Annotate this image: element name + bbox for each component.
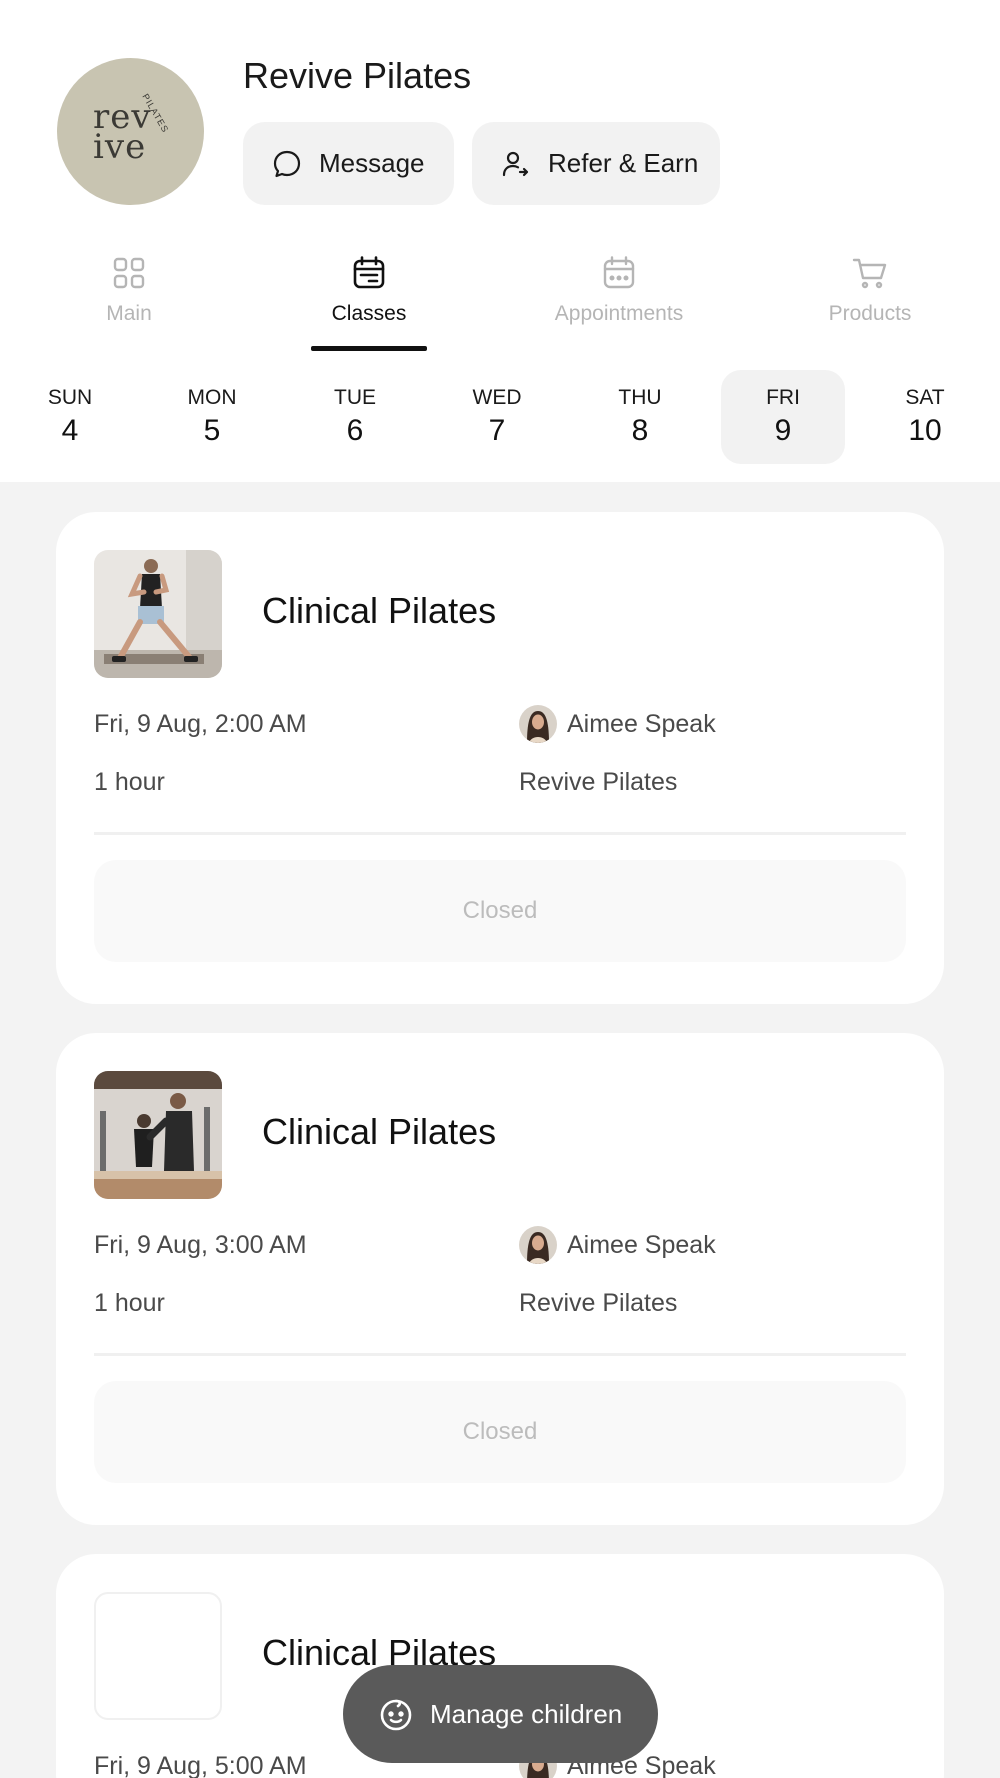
refer-button-label: Refer & Earn (548, 148, 699, 178)
tab-appointments-label: Appointments (554, 302, 684, 325)
logo-wordmark: rev ive (93, 100, 152, 164)
day-thu[interactable]: THU 8 (578, 370, 702, 464)
chat-bubble-icon (273, 150, 301, 177)
header-section: rev ive PILATES Revive Pilates Message R… (0, 0, 1000, 482)
day-number: 5 (203, 414, 221, 447)
grid-icon (113, 257, 145, 289)
message-button[interactable]: Message (243, 122, 454, 205)
day-fri[interactable]: FRI 9 (721, 370, 845, 464)
class-location: Revive Pilates (519, 1289, 678, 1317)
card-divider (94, 832, 906, 835)
user-share-icon (502, 151, 529, 176)
class-title: Clinical Pilates (262, 1111, 497, 1152)
class-instructor: Aimee Speak (519, 1226, 716, 1264)
day-name: TUE (334, 386, 376, 409)
refer-earn-button[interactable]: Refer & Earn (472, 122, 720, 205)
card-divider (94, 1353, 906, 1356)
instructor-name: Aimee Speak (567, 709, 716, 738)
tab-classes-label: Classes (331, 302, 407, 325)
message-button-label: Message (319, 148, 425, 178)
calendar-dots-icon (603, 256, 635, 289)
class-duration: 1 hour (94, 1289, 165, 1317)
class-datetime: Fri, 9 Aug, 2:00 AM (94, 710, 307, 738)
logo-line-2: ive (93, 127, 147, 167)
day-sun[interactable]: SUN 4 (8, 370, 132, 464)
cart-icon (852, 258, 887, 289)
instructor-avatar (519, 705, 557, 743)
day-sat[interactable]: SAT 10 (863, 370, 987, 464)
day-name: FRI (766, 386, 800, 409)
day-wed[interactable]: WED 7 (435, 370, 559, 464)
day-number: 10 (908, 414, 942, 447)
tab-appointments[interactable]: Appointments (519, 248, 719, 326)
day-number: 9 (774, 414, 792, 447)
tab-products[interactable]: Products (770, 248, 970, 326)
instructor-name: Aimee Speak (567, 1230, 716, 1259)
closed-button[interactable]: Closed (94, 1381, 906, 1483)
day-number: 4 (61, 414, 79, 447)
tab-main-label: Main (106, 302, 152, 325)
day-name: WED (472, 386, 522, 409)
studio-name: Revive Pilates (243, 55, 472, 96)
day-number: 6 (346, 414, 364, 447)
studio-logo: rev ive PILATES (57, 58, 204, 205)
day-tue[interactable]: TUE 6 (293, 370, 417, 464)
class-photo (94, 1071, 222, 1199)
day-number: 8 (631, 414, 649, 447)
class-instructor: Aimee Speak (519, 705, 716, 743)
class-card[interactable]: Clinical Pilates Fri, 9 Aug, 3:00 AM 1 h… (56, 1033, 944, 1525)
manage-children-label: Manage children (430, 1698, 623, 1729)
tab-classes[interactable]: Classes (269, 248, 469, 326)
class-datetime: Fri, 9 Aug, 3:00 AM (94, 1231, 307, 1259)
day-name: THU (618, 386, 662, 409)
day-mon[interactable]: MON 5 (150, 370, 274, 464)
day-name: SAT (905, 386, 945, 409)
instructor-avatar (519, 1226, 557, 1264)
baby-face-icon (380, 1699, 412, 1731)
class-datetime: Fri, 9 Aug, 5:00 AM (94, 1752, 307, 1778)
manage-children-button[interactable]: Manage children (343, 1665, 658, 1763)
tab-products-label: Products (828, 302, 912, 325)
class-photo (94, 550, 222, 678)
calendar-list-icon (353, 256, 385, 289)
day-selector: SUN 4 MON 5 TUE 6 WED 7 THU 8 FRI 9 SAT … (0, 370, 1000, 466)
active-tab-indicator (311, 346, 427, 351)
class-photo-placeholder (94, 1592, 222, 1720)
day-number: 7 (488, 414, 506, 447)
class-location: Revive Pilates (519, 768, 678, 796)
day-name: MON (187, 386, 237, 409)
tab-main[interactable]: Main (29, 248, 229, 326)
day-name: SUN (47, 386, 93, 409)
class-title: Clinical Pilates (262, 590, 497, 631)
tab-bar: Main Classes Appointments Products (0, 248, 1000, 352)
class-duration: 1 hour (94, 768, 165, 796)
class-card[interactable]: Clinical Pilates Fri, 9 Aug, 2:00 AM 1 h… (56, 512, 944, 1004)
closed-button[interactable]: Closed (94, 860, 906, 962)
